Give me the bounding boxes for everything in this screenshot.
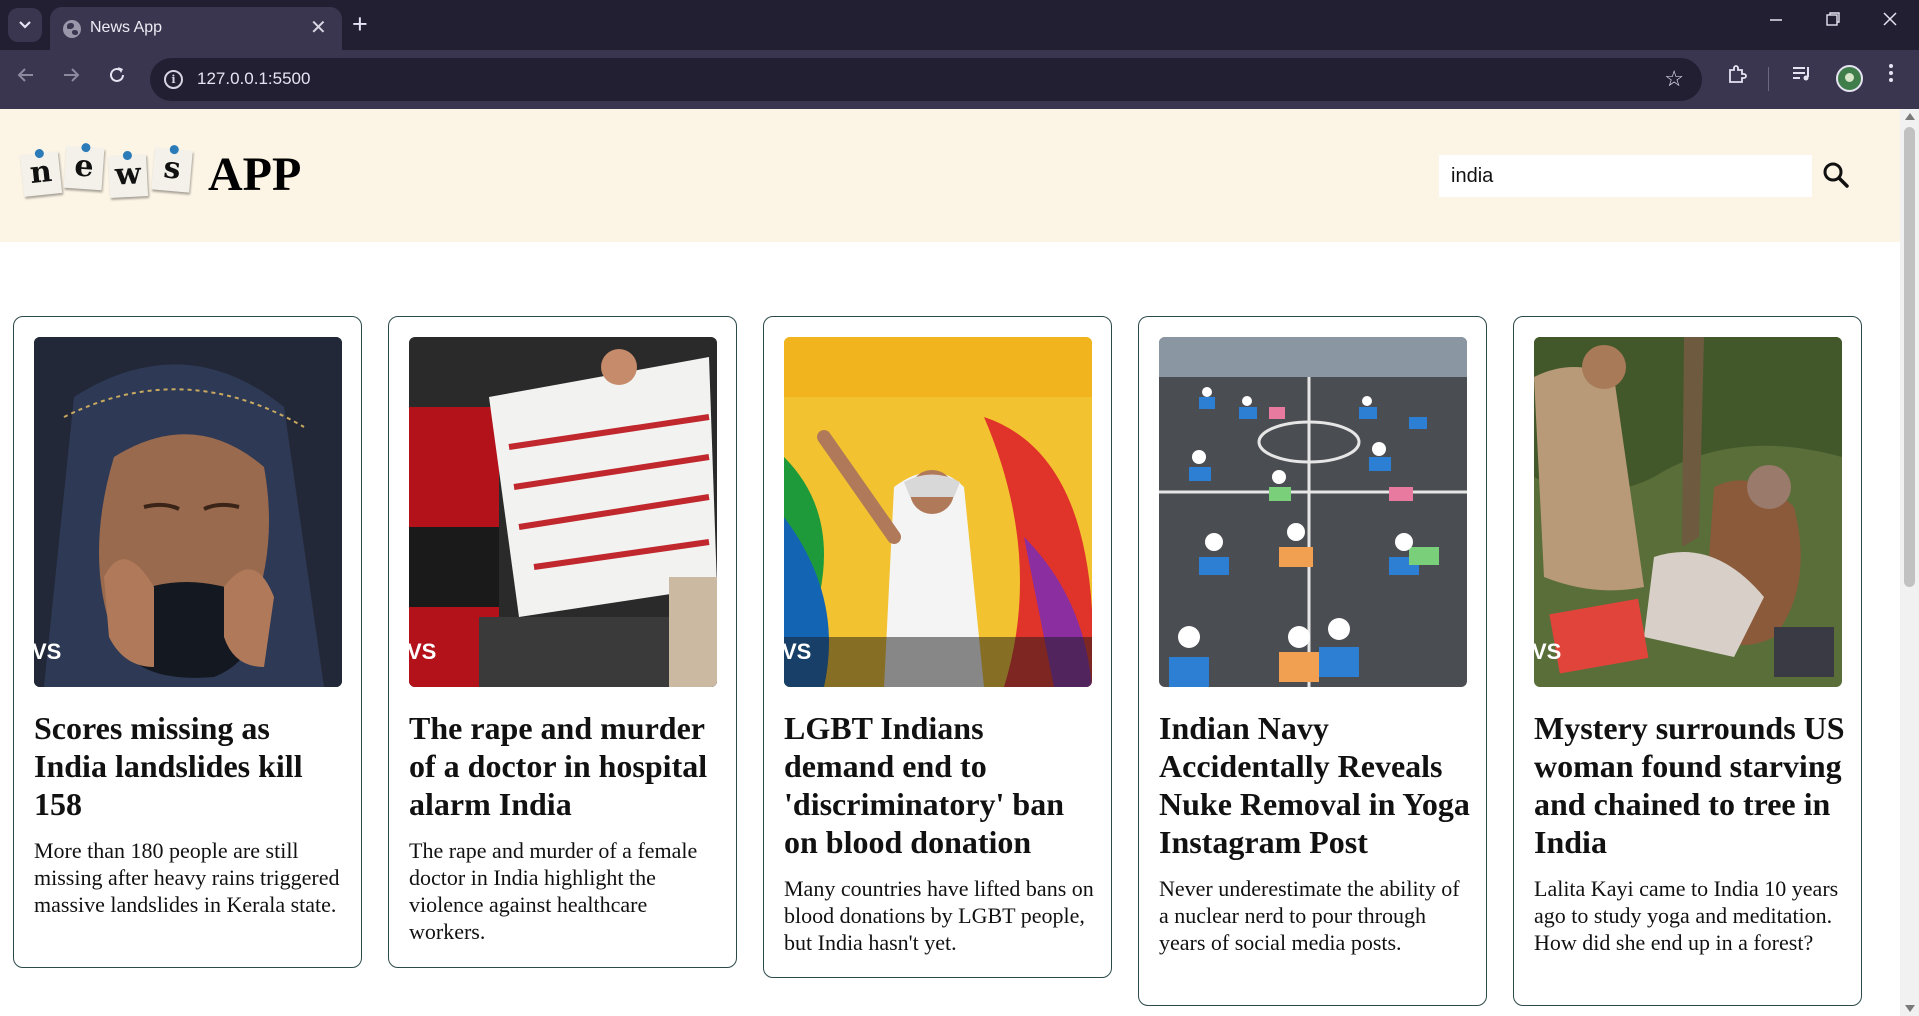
- minimize-icon: [1770, 19, 1782, 21]
- logo-note: n: [19, 148, 63, 197]
- protest-sign-photo: [409, 337, 717, 687]
- news-card-image[interactable]: VS: [1534, 337, 1842, 687]
- news-card[interactable]: VS LGBT Indians demand end to 'discrimin…: [763, 316, 1112, 978]
- news-card-description: More than 180 people are still missing a…: [34, 838, 340, 917]
- forward-button[interactable]: [60, 64, 82, 92]
- url-text[interactable]: 127.0.0.1:5500: [197, 69, 310, 89]
- puzzle-icon: [1729, 65, 1747, 83]
- kebab-menu-icon: [1889, 64, 1893, 82]
- news-card[interactable]: VS The rape and murder of a doctor in ho…: [388, 316, 737, 968]
- browser-toolbar: i 127.0.0.1:5500 ☆: [0, 50, 1919, 109]
- address-bar[interactable]: i 127.0.0.1:5500 ☆: [150, 58, 1702, 101]
- browser-tab-strip: News App ✕ +: [0, 0, 1919, 50]
- news-card[interactable]: Indian Navy Accidentally Reveals Nuke Re…: [1138, 316, 1487, 1006]
- news-card-title[interactable]: Indian Navy Accidentally Reveals Nuke Re…: [1159, 709, 1474, 861]
- navy-yoga-photo: [1159, 337, 1467, 687]
- search-button[interactable]: [1820, 159, 1852, 191]
- extensions-button[interactable]: [1725, 62, 1749, 92]
- news-card-title[interactable]: Scores missing as India landslides kill …: [34, 709, 349, 823]
- playlist-icon: [1793, 67, 1809, 81]
- chevron-down-icon: [19, 21, 31, 29]
- image-overlay-text: VS: [409, 639, 437, 664]
- news-card-description: Never underestimate the ability of a nuc…: [1159, 876, 1460, 955]
- news-card-description: Lalita Kayi came to India 10 years ago t…: [1534, 876, 1839, 955]
- news-card-description: The rape and murder of a female doctor i…: [409, 838, 698, 944]
- close-window-button[interactable]: [1882, 10, 1898, 33]
- scroll-up-arrow-icon[interactable]: [1905, 113, 1915, 120]
- news-card-image[interactable]: VS: [784, 337, 1092, 687]
- media-controls-button[interactable]: [1790, 62, 1814, 92]
- toolbar-separator: [1768, 67, 1769, 91]
- site-info-icon[interactable]: i: [164, 70, 183, 89]
- bookmark-star-icon[interactable]: ☆: [1664, 66, 1684, 92]
- page-scrollbar[interactable]: [1900, 109, 1919, 1016]
- news-logo[interactable]: n e w s: [19, 142, 197, 217]
- site-header: n e w s APP: [0, 109, 1900, 242]
- browser-tab[interactable]: News App ✕: [50, 7, 342, 50]
- search-icon: [1823, 162, 1849, 188]
- new-tab-button[interactable]: +: [352, 9, 368, 39]
- profile-avatar[interactable]: [1836, 65, 1863, 92]
- back-button[interactable]: [15, 64, 37, 92]
- search-input[interactable]: [1439, 155, 1812, 197]
- forest-rescue-photo: [1534, 337, 1842, 687]
- restore-icon: [1826, 12, 1840, 26]
- image-overlay-text: VS: [1534, 639, 1562, 664]
- news-card-title[interactable]: Mystery surrounds US woman found starvin…: [1534, 709, 1849, 861]
- minimize-button[interactable]: [1768, 10, 1784, 33]
- news-card-title[interactable]: The rape and murder of a doctor in hospi…: [409, 709, 724, 823]
- reload-button[interactable]: [106, 64, 128, 92]
- browser-menu-button[interactable]: [1888, 62, 1894, 90]
- news-card-image[interactable]: [1159, 337, 1467, 687]
- globe-icon: [63, 20, 81, 38]
- close-icon: [1883, 12, 1897, 26]
- image-overlay-text: VS: [784, 639, 812, 664]
- news-card[interactable]: VS Scores missing as India landslides ki…: [13, 316, 362, 968]
- app-title: APP: [208, 148, 302, 201]
- page-viewport: n e w s APP india VS Scores missing as I…: [0, 109, 1900, 1016]
- arrow-right-icon: [64, 68, 80, 82]
- image-overlay-text: VS: [34, 639, 62, 664]
- logo-note: s: [151, 144, 193, 193]
- scrollbar-thumb[interactable]: [1904, 127, 1915, 587]
- tab-close-icon[interactable]: ✕: [310, 15, 327, 40]
- news-card-description: Many countries have lifted bans on blood…: [784, 876, 1094, 955]
- arrow-left-icon: [17, 68, 33, 82]
- logo-note: e: [63, 142, 105, 191]
- woman-crying-photo: [34, 337, 342, 687]
- scroll-down-arrow-icon[interactable]: [1905, 1005, 1915, 1012]
- news-card-image[interactable]: VS: [34, 337, 342, 687]
- tab-search-button[interactable]: [8, 8, 42, 42]
- pride-flag-photo: [784, 337, 1092, 687]
- tab-title: News App: [90, 19, 163, 36]
- news-card[interactable]: VS Mystery surrounds US woman found star…: [1513, 316, 1862, 1006]
- news-card-title[interactable]: LGBT Indians demand end to 'discriminato…: [784, 709, 1099, 861]
- news-card-image[interactable]: VS: [409, 337, 717, 687]
- reload-icon: [110, 67, 124, 82]
- restore-button[interactable]: [1825, 10, 1841, 33]
- logo-note: w: [107, 150, 149, 198]
